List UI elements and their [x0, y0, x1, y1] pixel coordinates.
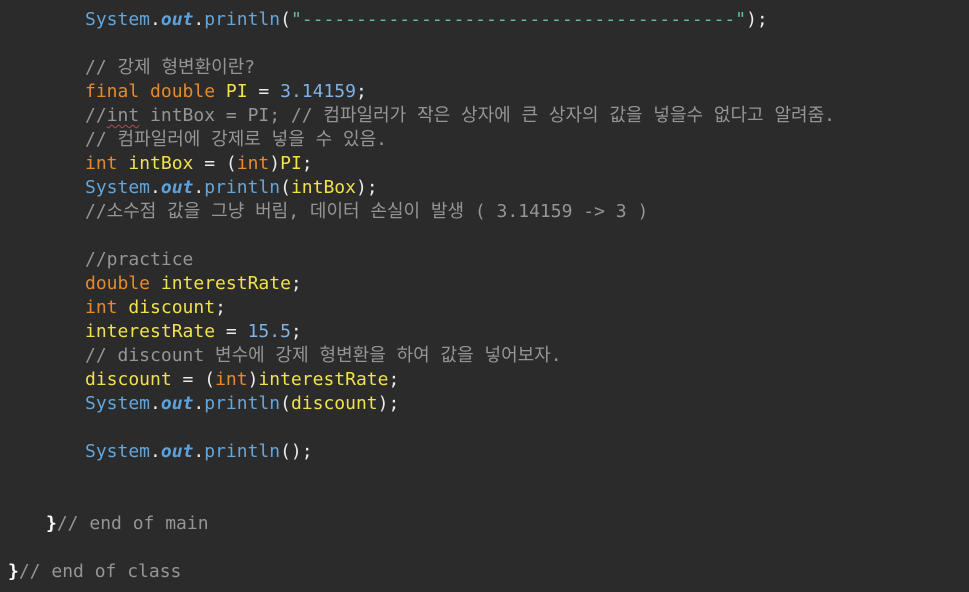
code-line[interactable]: int intBox = (int)PI; — [85, 152, 313, 176]
code-editor[interactable]: System.out.println("--------------------… — [0, 0, 969, 592]
code-token: out — [160, 393, 194, 414]
code-token: int — [215, 369, 248, 390]
code-token: ); — [355, 177, 378, 198]
code-token: discount — [85, 369, 172, 390]
code-token: . — [193, 9, 205, 30]
code-token: ; — [301, 153, 313, 174]
code-token: ( — [280, 9, 291, 30]
code-token: int — [106, 105, 140, 126]
code-token: println — [204, 441, 281, 462]
code-token: double — [85, 273, 151, 294]
code-token: ) — [269, 153, 281, 174]
code-token: . — [150, 9, 161, 30]
code-token: . — [150, 393, 161, 414]
code-token: . — [193, 441, 205, 462]
code-token: println — [204, 9, 281, 30]
code-line[interactable]: final double PI = 3.14159; — [85, 80, 367, 104]
code-token: 15.5 — [247, 321, 291, 342]
code-token: interestRate — [258, 369, 389, 390]
code-token: int — [236, 153, 270, 174]
code-token: . — [193, 177, 205, 198]
code-token: int — [85, 297, 118, 318]
code-token: ; — [388, 369, 400, 390]
code-token: } — [46, 513, 57, 534]
code-token: intBox = PI; // 컴파일러가 작은 상자에 큰 상자의 값을 넣을… — [139, 105, 835, 126]
code-token: (); — [280, 441, 313, 462]
code-token: println — [204, 177, 281, 198]
code-line[interactable]: interestRate = 15.5; — [85, 320, 302, 344]
code-line[interactable]: // 강제 형변환이란? — [85, 56, 255, 80]
code-token: System — [85, 9, 151, 30]
code-token: = — [215, 321, 248, 342]
code-token: . — [193, 393, 205, 414]
code-line[interactable]: double interestRate; — [85, 272, 302, 296]
code-token: ( — [280, 177, 291, 198]
code-token: ( — [280, 393, 291, 414]
code-line[interactable]: //소수점 값을 그냥 버림, 데이터 손실이 발생 ( 3.14159 -> … — [85, 200, 648, 224]
code-token: ; — [215, 297, 226, 318]
code-token: discount — [128, 297, 216, 318]
code-token: = — [247, 81, 281, 102]
code-line[interactable]: System.out.println(intBox); — [85, 176, 378, 200]
code-token: PI — [280, 153, 302, 174]
code-line[interactable]: }// end of class — [8, 560, 181, 584]
code-token: System — [85, 393, 151, 414]
code-token: } — [8, 561, 19, 582]
code-token: PI — [225, 81, 248, 102]
code-token: interestRate — [85, 321, 216, 342]
code-token: = ( — [171, 369, 216, 390]
code-token: out — [160, 9, 194, 30]
code-token: "---------------------------------------… — [290, 9, 747, 30]
code-token: intBox — [290, 177, 356, 198]
code-token: //practice — [85, 249, 194, 270]
code-token: ) — [247, 369, 259, 390]
code-token: ; — [355, 81, 367, 102]
code-token: // end of class — [18, 561, 182, 582]
code-token: // — [85, 105, 107, 126]
code-token: interestRate — [160, 273, 291, 294]
code-token: // end of main — [56, 513, 209, 534]
code-token: System — [85, 441, 151, 462]
code-token: ); — [377, 393, 400, 414]
code-token: ); — [746, 9, 768, 30]
code-token: // 컴파일러에 강제로 넣을 수 있음. — [85, 129, 387, 150]
code-token: int — [85, 153, 118, 174]
code-line[interactable]: //int intBox = PI; // 컴파일러가 작은 상자에 큰 상자의… — [85, 104, 835, 128]
code-line[interactable]: // 컴파일러에 강제로 넣을 수 있음. — [85, 128, 387, 152]
code-token: ; — [290, 321, 302, 342]
code-line[interactable]: // discount 변수에 강제 형변환을 하여 값을 넣어보자. — [85, 344, 562, 368]
code-token: // discount 변수에 강제 형변환을 하여 값을 넣어보자. — [85, 345, 562, 366]
code-token: ; — [290, 273, 302, 294]
code-token: discount — [290, 393, 378, 414]
code-line[interactable]: System.out.println(); — [85, 440, 313, 464]
code-line[interactable]: int discount; — [85, 296, 226, 320]
code-line[interactable]: System.out.println("--------------------… — [85, 8, 768, 32]
code-token: // 강제 형변환이란? — [85, 57, 256, 78]
code-token: = ( — [193, 153, 237, 174]
code-line[interactable]: //practice — [85, 248, 193, 272]
code-token: . — [150, 177, 161, 198]
code-token: 3.14159 — [280, 81, 356, 102]
code-token: double — [150, 81, 216, 102]
code-line[interactable]: discount = (int)interestRate; — [85, 368, 399, 392]
code-token: println — [204, 393, 281, 414]
code-token: out — [160, 177, 194, 198]
code-token: System — [85, 177, 151, 198]
code-line[interactable]: }// end of main — [46, 512, 209, 536]
code-token: //소수점 값을 그냥 버림, 데이터 손실이 발생 ( 3.14159 -> … — [85, 201, 649, 222]
code-token: out — [160, 441, 194, 462]
code-token: intBox — [128, 153, 194, 174]
code-token: . — [150, 441, 161, 462]
code-line[interactable]: System.out.println(discount); — [85, 392, 399, 416]
code-token: final — [85, 81, 140, 102]
